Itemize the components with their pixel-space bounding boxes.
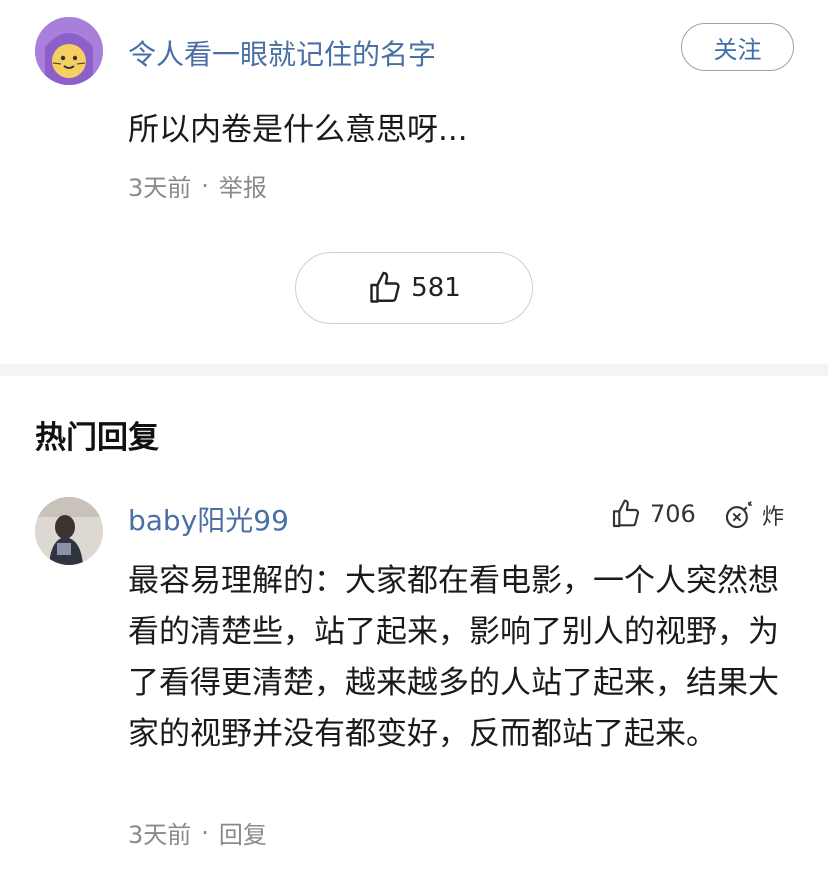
bomb-icon — [725, 501, 752, 529]
comment-text: 所以内卷是什么意思呀... — [128, 112, 468, 148]
reply-like-count: 706 — [650, 500, 696, 528]
bomb-button[interactable]: 炸 — [722, 498, 784, 532]
thumbs-up-icon — [612, 499, 640, 528]
person-photo-avatar-icon — [35, 497, 103, 565]
reply-username[interactable]: baby阳光99 — [128, 499, 289, 539]
section-title: 热门回复 — [35, 420, 159, 456]
user-avatar[interactable] — [35, 17, 103, 85]
meta-separator: · — [201, 818, 209, 847]
reply-meta: 3天前 · 回复 — [128, 815, 267, 850]
reply-link[interactable]: 回复 — [219, 815, 267, 850]
reply-avatar[interactable] — [35, 497, 103, 565]
cat-face-avatar-icon — [35, 17, 103, 85]
bomb-label: 炸 — [762, 505, 785, 530]
comment-page: 令人看一眼就记住的名字 关注 所以内卷是什么意思呀... 3天前 · 举报 58… — [0, 0, 828, 874]
reply-time: 3天前 — [128, 821, 192, 849]
report-link[interactable]: 举报 — [219, 168, 267, 203]
meta-separator: · — [201, 171, 209, 200]
comment-meta: 3天前 · 举报 — [128, 168, 267, 203]
comment-username[interactable]: 令人看一眼就记住的名字 — [128, 33, 436, 73]
like-count: 581 — [411, 273, 461, 303]
follow-button[interactable]: 关注 — [681, 23, 794, 71]
thumbs-up-icon — [370, 271, 400, 303]
reply-text: 最容易理解的：大家都在看电影，一个人突然想看的清楚些，站了起来，影响了别人的视野… — [128, 563, 779, 752]
comment-time: 3天前 — [128, 174, 192, 202]
section-divider — [0, 364, 828, 376]
like-button[interactable]: 581 — [295, 252, 533, 324]
reply-like-button[interactable]: 706 — [610, 498, 696, 530]
